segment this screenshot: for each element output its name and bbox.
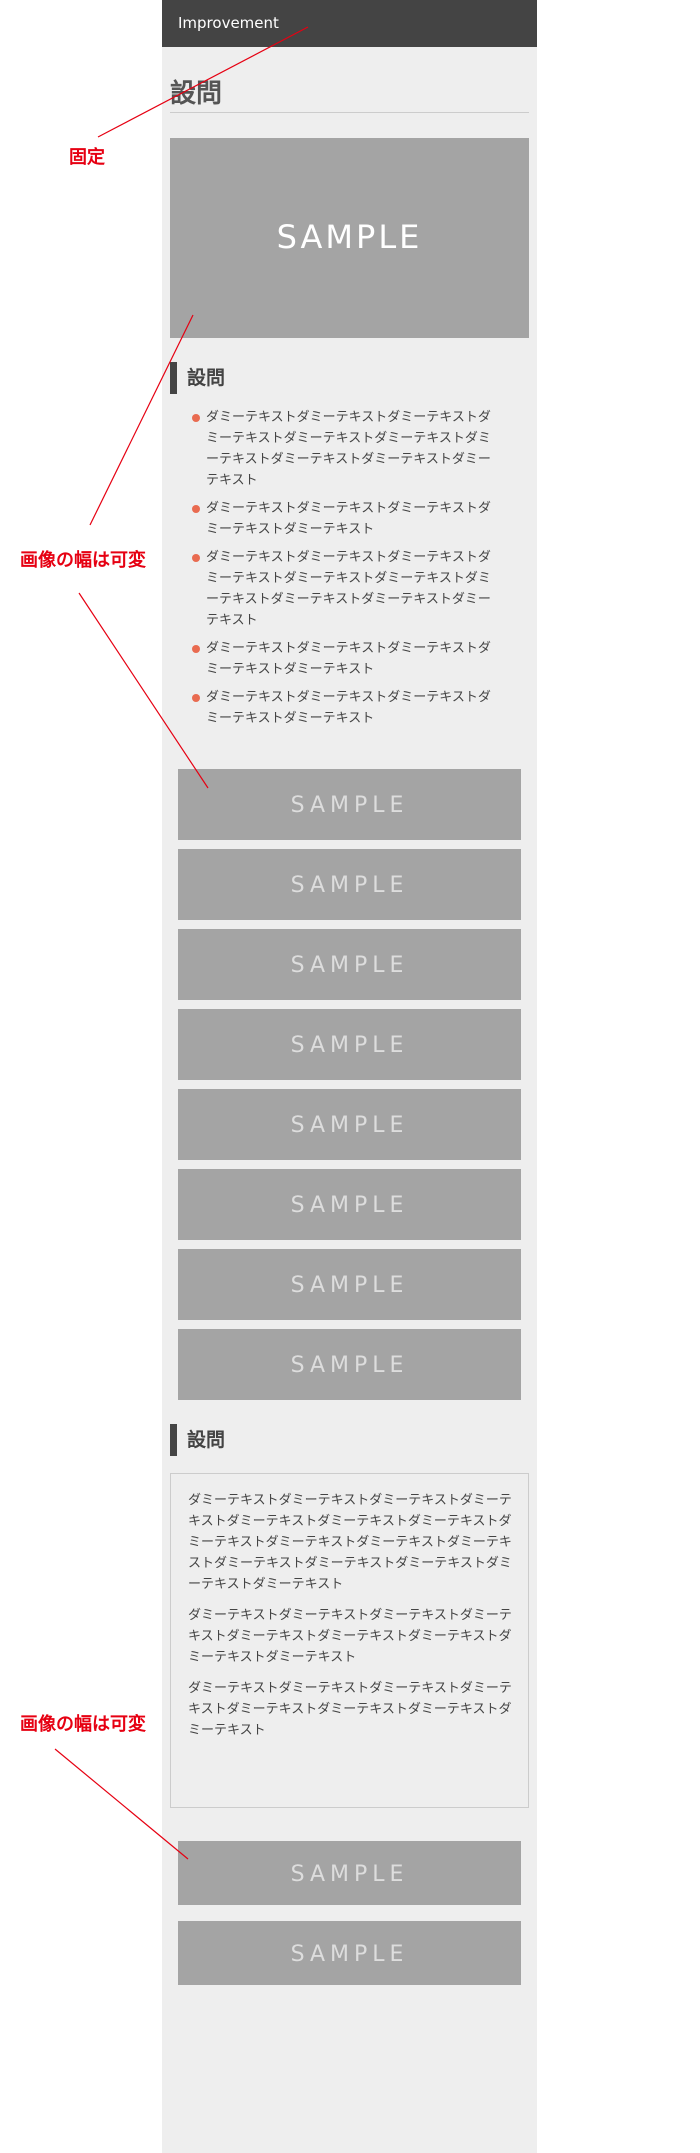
banner-image[interactable]: SAMPLE <box>178 1169 521 1240</box>
banner-label: SAMPLE <box>291 793 409 818</box>
page-title: 設問 <box>170 79 223 109</box>
list-item: ダミーテキストダミーテキストダミーテキストダミーテキストダミーテキスト <box>192 687 492 729</box>
bullet-dot-icon <box>192 554 200 562</box>
section-heading: 設問 <box>170 1424 225 1456</box>
bullet-list: ダミーテキストダミーテキストダミーテキストダミーテキストダミーテキストダミーテキ… <box>192 407 492 736</box>
title-divider <box>170 112 529 113</box>
banner-label: SAMPLE <box>291 1113 409 1138</box>
paragraph: ダミーテキストダミーテキストダミーテキストダミーテキストダミーテキストダミーテキ… <box>188 1493 512 1592</box>
list-item: ダミーテキストダミーテキストダミーテキストダミーテキストダミーテキスト <box>192 638 492 680</box>
list-item-text: ダミーテキストダミーテキストダミーテキストダミーテキストダミーテキスト <box>206 690 491 726</box>
annotation-variable-width: 画像の幅は可変 <box>20 1714 146 1735</box>
banner-label: SAMPLE <box>291 1193 409 1218</box>
banner-image[interactable]: SAMPLE <box>178 1921 521 1985</box>
text-panel: ダミーテキストダミーテキストダミーテキストダミーテキストダミーテキストダミーテキ… <box>170 1473 529 1808</box>
hero-image-label: SAMPLE <box>277 218 423 256</box>
banner-image[interactable]: SAMPLE <box>178 1329 521 1400</box>
heading-bar <box>170 1424 177 1456</box>
banner-image[interactable]: SAMPLE <box>178 1009 521 1080</box>
section-heading-text: 設問 <box>187 1429 226 1451</box>
banner-label: SAMPLE <box>291 1942 409 1967</box>
banner-label: SAMPLE <box>291 1862 409 1887</box>
phone-screen: Improvement 設問 SAMPLE 設問 ダミーテキストダミーテキストダ… <box>162 0 537 2153</box>
list-item-text: ダミーテキストダミーテキストダミーテキストダミーテキストダミーテキストダミーテキ… <box>206 410 491 488</box>
banner-image[interactable]: SAMPLE <box>178 929 521 1000</box>
list-item-text: ダミーテキストダミーテキストダミーテキストダミーテキストダミーテキスト <box>206 641 491 677</box>
list-item-text: ダミーテキストダミーテキストダミーテキストダミーテキストダミーテキストダミーテキ… <box>206 550 491 628</box>
banner-image[interactable]: SAMPLE <box>178 849 521 920</box>
bullet-dot-icon <box>192 414 200 422</box>
list-item: ダミーテキストダミーテキストダミーテキストダミーテキストダミーテキストダミーテキ… <box>192 547 492 631</box>
annotation-variable-width: 画像の幅は可変 <box>20 550 146 571</box>
banner-image[interactable]: SAMPLE <box>178 769 521 840</box>
bullet-dot-icon <box>192 645 200 653</box>
section-heading-text: 設問 <box>187 367 226 389</box>
heading-bar <box>170 362 177 394</box>
banner-label: SAMPLE <box>291 1033 409 1058</box>
banner-label: SAMPLE <box>291 1273 409 1298</box>
list-item: ダミーテキストダミーテキストダミーテキストダミーテキストダミーテキストダミーテキ… <box>192 407 492 491</box>
paragraph: ダミーテキストダミーテキストダミーテキストダミーテキストダミーテキストダミーテキ… <box>188 1608 512 1665</box>
banner-label: SAMPLE <box>291 873 409 898</box>
banner-image[interactable]: SAMPLE <box>178 1841 521 1905</box>
paragraph: ダミーテキストダミーテキストダミーテキストダミーテキストダミーテキストダミーテキ… <box>188 1681 512 1738</box>
bullet-dot-icon <box>192 694 200 702</box>
banner-label: SAMPLE <box>291 953 409 978</box>
hero-image: SAMPLE <box>170 138 529 338</box>
banner-label: SAMPLE <box>291 1353 409 1378</box>
banner-image[interactable]: SAMPLE <box>178 1089 521 1160</box>
list-item-text: ダミーテキストダミーテキストダミーテキストダミーテキストダミーテキスト <box>206 501 491 537</box>
app-title: Improvement <box>178 14 279 32</box>
list-item: ダミーテキストダミーテキストダミーテキストダミーテキストダミーテキスト <box>192 498 492 540</box>
banner-image[interactable]: SAMPLE <box>178 1249 521 1320</box>
annotation-fixed: 固定 <box>69 147 105 168</box>
bullet-dot-icon <box>192 505 200 513</box>
top-bar: Improvement <box>162 0 537 47</box>
section-heading: 設問 <box>170 362 225 394</box>
